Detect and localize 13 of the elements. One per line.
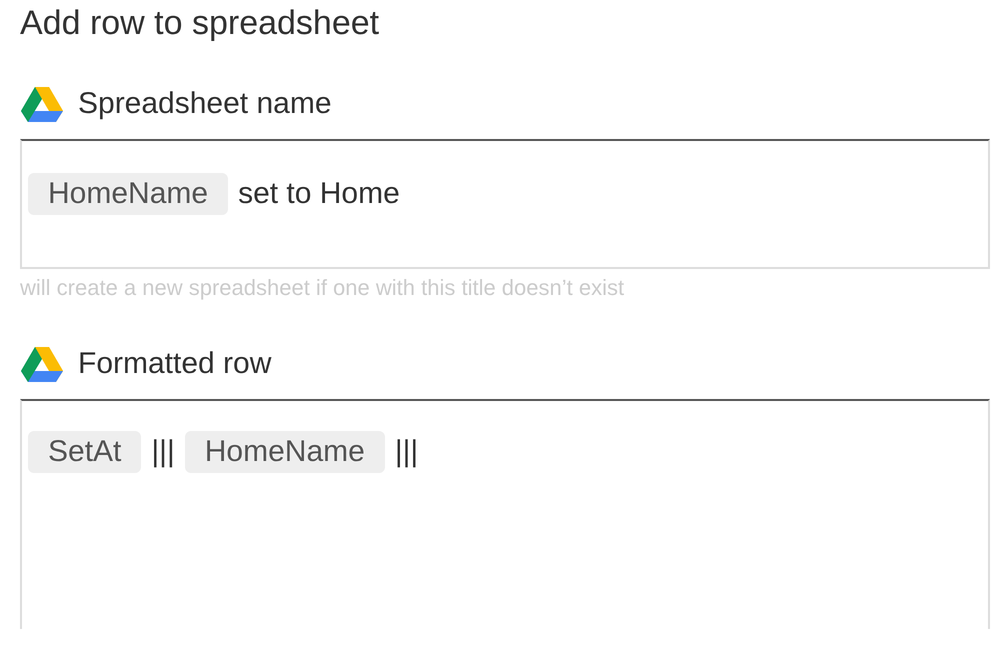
field-text: ||| <box>394 434 418 470</box>
form-title: Add row to spreadsheet <box>20 4 380 43</box>
field-label: Spreadsheet name <box>78 87 332 121</box>
field-label: Formatted row <box>78 347 272 381</box>
input-field[interactable]: HomeName set to Home <box>20 139 990 269</box>
ingredient-chip[interactable]: SetAt <box>28 431 142 473</box>
input-field[interactable]: SetAt ||| HomeName ||| <box>20 399 990 629</box>
drive-icon <box>20 345 64 383</box>
ingredient-chip[interactable]: HomeName <box>184 431 385 473</box>
field-text: set to Home <box>238 176 400 212</box>
drive-icon <box>20 85 64 123</box>
ingredient-chip[interactable]: HomeName <box>28 173 228 215</box>
field-text: ||| <box>151 434 175 470</box>
